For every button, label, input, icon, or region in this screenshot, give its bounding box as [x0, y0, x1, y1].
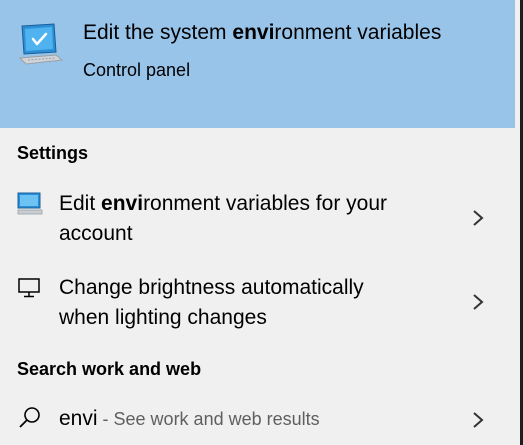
best-match-subtitle: Control panel [83, 60, 191, 80]
monitor-check-icon [18, 23, 64, 65]
result-web-search[interactable]: envi - See work and web results [0, 400, 515, 440]
monitor-settings-icon [17, 192, 43, 215]
best-match-result[interactable]: Edit the system environment variables Co… [0, 0, 515, 128]
chevron-right-icon[interactable] [471, 209, 485, 227]
chevron-right-icon[interactable] [471, 411, 485, 429]
settings-section-header: Settings [17, 143, 89, 163]
result-edit-env-vars-account[interactable]: Edit environment variables for your acco… [0, 186, 515, 252]
result-edit-env-vars-account-label: Edit environment variables for your acco… [59, 192, 388, 245]
search-results-panel: Edit the system environment variables Co… [0, 0, 523, 445]
chevron-right-icon[interactable] [471, 293, 485, 311]
result-change-brightness[interactable]: Change brightness automatically when lig… [0, 270, 515, 336]
best-match-title: Edit the system environment variables [83, 21, 442, 44]
display-icon [18, 278, 40, 298]
web-section-header: Search work and web [17, 359, 202, 379]
result-change-brightness-label: Change brightness automatically when lig… [59, 276, 364, 329]
search-icon [19, 407, 40, 428]
result-web-search-label: envi - See work and web results [59, 407, 320, 430]
